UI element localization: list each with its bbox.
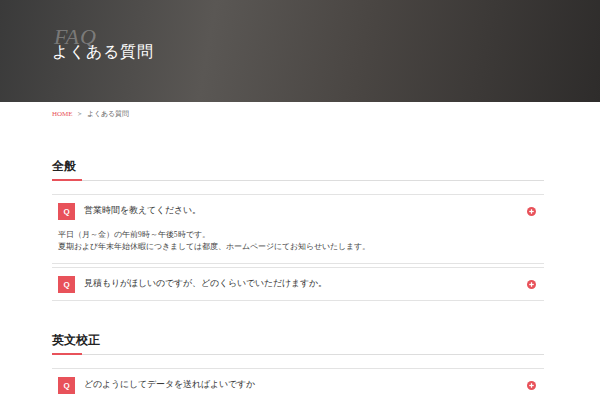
plus-circle-icon[interactable] (527, 280, 536, 289)
q-badge: Q (58, 276, 75, 293)
faq-question[interactable]: Q 見積もりがほしいのですが、どのくらいでいただけますか。 (58, 268, 538, 300)
faq-answer: 平日（月～金）の午前9時～午後5時です。夏期および年末年始休暇につきましては都度… (58, 227, 538, 263)
answer-line: 平日（月～金）の午前9時～午後5時です。 (58, 229, 538, 241)
section-title: 英文校正 (52, 333, 544, 353)
q-badge: Q (58, 377, 75, 394)
faq-page: FAQよくある質問HOME>よくある質問全般Q営業時間を教えてください。平日（月… (0, 0, 600, 400)
faq-section: 英文校正 Q どのようにしてデータを送ればよいですか (52, 333, 544, 400)
question-text: どのようにしてデータを送ればよいですか (84, 379, 518, 391)
breadcrumb-separator: > (78, 109, 82, 119)
section-underline (52, 353, 544, 355)
section-title: 全般 (52, 159, 544, 179)
page-title: よくある質問 (52, 42, 600, 63)
faq-section: 全般 Q 営業時間を教えてください。平日（月～金）の午前9時～午後5時です。夏期およ… (52, 159, 544, 301)
content: HOME > よくある質問全般 Q 営業時間を教えてください。平日（月～金）の午前9時～… (52, 102, 544, 400)
plus-circle-icon[interactable] (527, 207, 536, 216)
question-text: 営業時間を教えてください。 (84, 205, 518, 217)
section-underline (52, 179, 544, 181)
faq-item: Q 見積もりがほしいのですが、どのくらいでいただけますか。 (52, 267, 544, 301)
faq-item: Q どのようにしてデータを送ればよいですか (52, 368, 544, 400)
faq-question[interactable]: Q 営業時間を教えてください。 (58, 195, 538, 227)
breadcrumb-item[interactable]: HOME (52, 109, 73, 119)
faq-question[interactable]: Q どのようにしてデータを送ればよいですか (58, 369, 538, 400)
answer-line: 夏期および年末年始休暇につきましては都度、ホームページにてお知らせいたします。 (58, 241, 538, 253)
question-text: 見積もりがほしいのですが、どのくらいでいただけますか。 (84, 278, 518, 290)
breadcrumb-item: よくある質問 (87, 109, 129, 119)
faq-item: Q 営業時間を教えてください。平日（月～金）の午前9時～午後5時です。夏期および年… (52, 194, 544, 264)
breadcrumb: HOME > よくある質問 (52, 102, 544, 119)
plus-circle-icon[interactable] (527, 381, 536, 390)
hero-banner: FAQよくある質問 (0, 0, 600, 102)
q-badge: Q (58, 203, 75, 220)
